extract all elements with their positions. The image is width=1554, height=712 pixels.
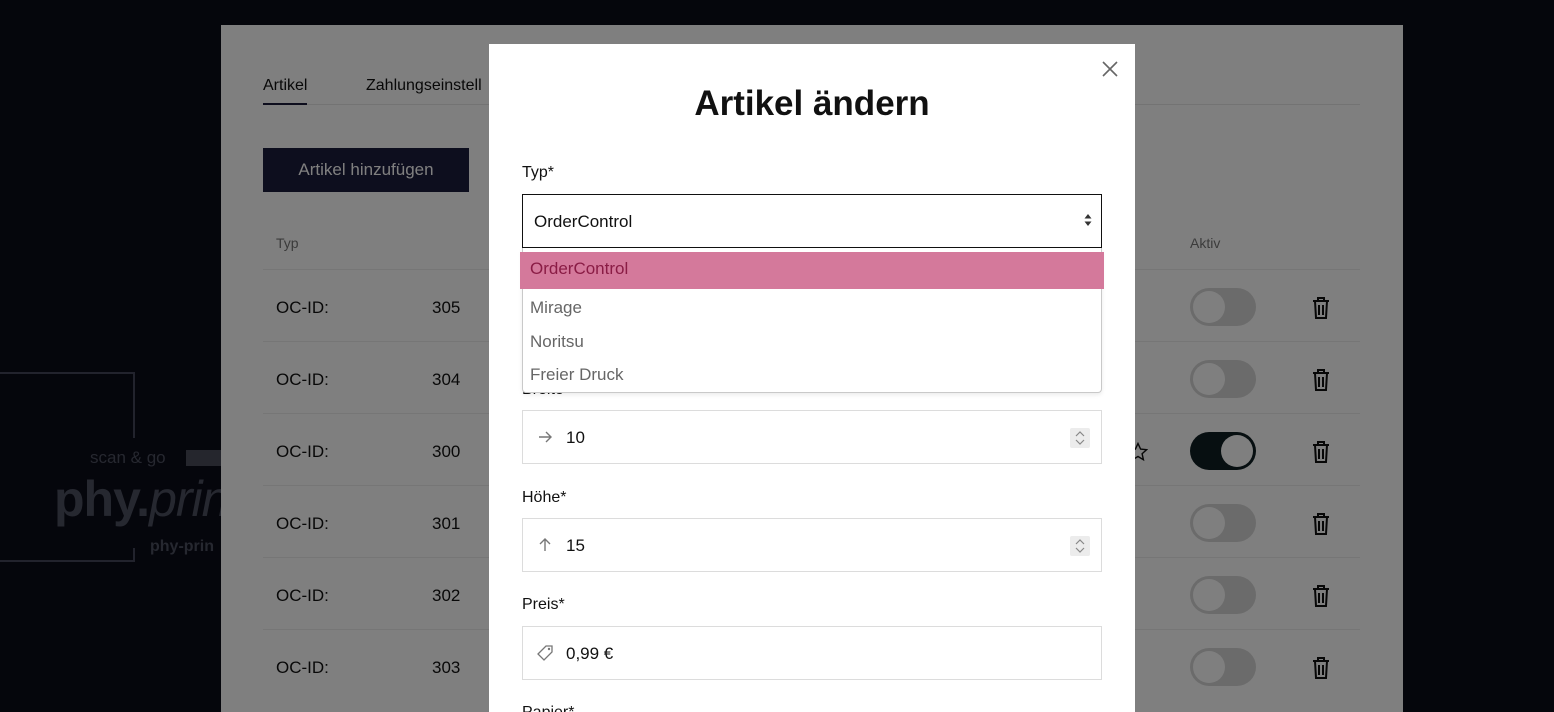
breite-input[interactable]: 10	[522, 410, 1102, 464]
typ-dropdown-list: OrderControl Mirage Noritsu Freier Druck	[520, 248, 1104, 393]
breite-value: 10	[566, 428, 585, 447]
arrow-right-icon	[539, 431, 552, 443]
hoehe-input[interactable]: 15	[522, 518, 1102, 572]
preis-input[interactable]: 0,99 €	[522, 626, 1102, 680]
papier-label: Papier*	[522, 704, 574, 712]
close-icon[interactable]	[1100, 59, 1120, 79]
stepper-icon[interactable]	[1070, 536, 1090, 556]
sort-arrows-icon	[1084, 214, 1092, 226]
hoehe-label: Höhe*	[522, 489, 567, 506]
preis-label: Preis*	[522, 596, 565, 613]
typ-option-freier-druck[interactable]: Freier Druck	[523, 358, 1101, 392]
modal-title: Artikel ändern	[694, 84, 930, 123]
hoehe-value: 15	[566, 536, 585, 555]
typ-option-noritsu[interactable]: Noritsu	[523, 325, 1101, 359]
typ-select[interactable]: OrderControl	[522, 194, 1102, 248]
edit-article-modal: Artikel ändern Typ* OrderControl Breite …	[489, 44, 1135, 712]
typ-selected-value: OrderControl	[534, 212, 633, 231]
stepper-icon[interactable]	[1070, 428, 1090, 448]
typ-option-ordercontrol[interactable]: OrderControl	[520, 252, 1104, 289]
preis-value: 0,99 €	[566, 644, 614, 663]
arrow-up-icon	[539, 538, 551, 551]
typ-label: Typ*	[522, 164, 555, 181]
typ-option-mirage[interactable]: Mirage	[523, 291, 1101, 325]
price-tag-icon	[537, 645, 553, 661]
